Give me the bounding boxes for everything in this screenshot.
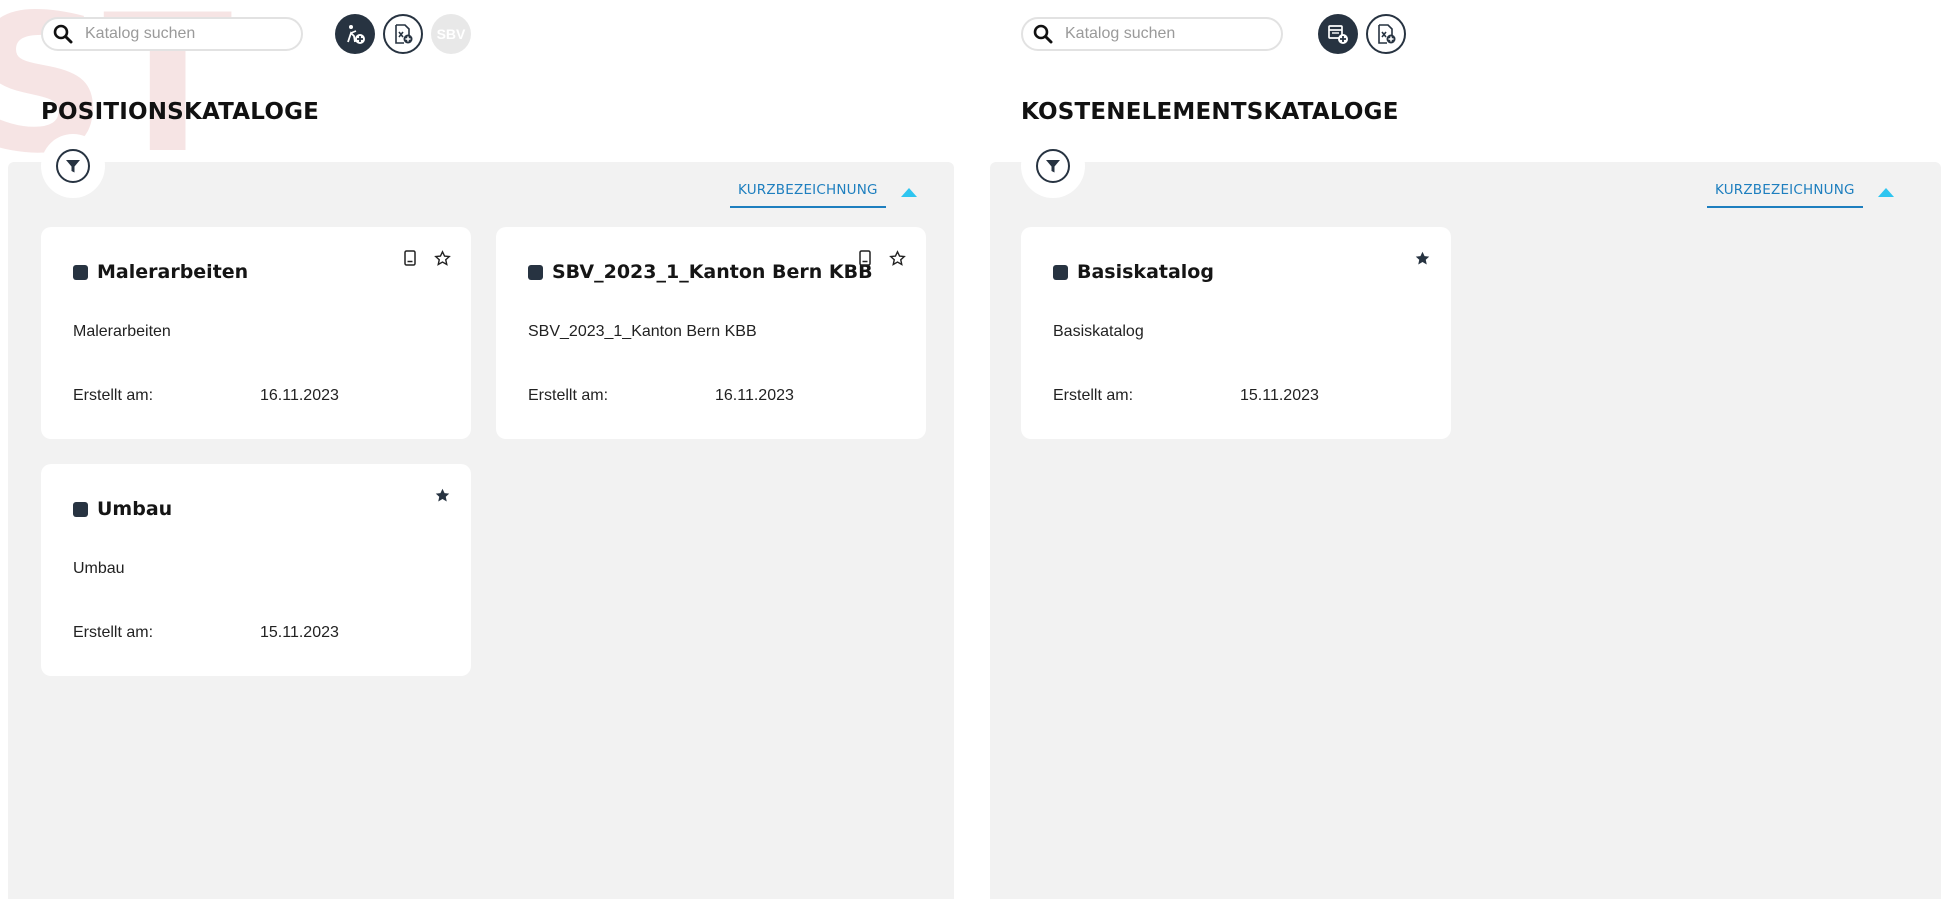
- star-outline-icon[interactable]: [888, 249, 906, 267]
- cost-element-catalog-search[interactable]: [1021, 17, 1283, 51]
- created-label: Erstellt am:: [73, 387, 154, 404]
- created-date: 16.11.2023: [260, 387, 339, 404]
- sbv-import-button[interactable]: SBV: [431, 14, 471, 54]
- created-label: Erstellt am:: [73, 624, 154, 641]
- sort-up-icon[interactable]: [1877, 187, 1895, 198]
- catalog-color-marker: [73, 501, 88, 517]
- device-icon: [856, 249, 874, 267]
- catalog-card-sbv-2023-1-kanton-bern-kbb[interactable]: SBV_2023_1_Kanton Bern KBB SBV_2023_1_Ka…: [496, 227, 926, 439]
- cost-element-catalog-filter-button[interactable]: [1021, 134, 1085, 198]
- catalog-description: Basiskatalog: [1053, 323, 1144, 340]
- position-catalogs-title: POSITIONSKATALOGE: [41, 99, 320, 125]
- star-filled-icon[interactable]: [433, 486, 451, 504]
- filter-icon: [66, 160, 80, 173]
- star-filled-icon[interactable]: [1413, 249, 1431, 267]
- cost-element-catalog-sort[interactable]: KURZBEZEICHNUNG: [1707, 182, 1895, 208]
- catalog-card-umbau[interactable]: Umbau Umbau Erstellt am: 15.11.2023: [41, 464, 471, 676]
- catalog-card-basiskatalog[interactable]: Basiskatalog Basiskatalog Erstellt am: 1…: [1021, 227, 1451, 439]
- sort-field-label: KURZBEZEICHNUNG: [1707, 182, 1863, 208]
- catalog-color-marker: [73, 264, 88, 280]
- add-cost-element-catalog-icon: [1328, 25, 1348, 44]
- catalog-name: Basiskatalog: [1077, 261, 1214, 283]
- star-outline-icon[interactable]: [433, 249, 451, 267]
- import-position-catalog-button[interactable]: [383, 14, 423, 54]
- sbv-button-label: SBV: [436, 26, 466, 42]
- catalog-color-marker: [528, 264, 543, 280]
- catalog-name: SBV_2023_1_Kanton Bern KBB: [552, 261, 873, 283]
- import-excel-icon: [395, 24, 413, 44]
- catalog-color-marker: [1053, 264, 1068, 280]
- cost-element-catalog-search-input[interactable]: [1065, 25, 1255, 43]
- search-icon: [1033, 24, 1053, 44]
- catalog-card-malerarbeiten[interactable]: Malerarbeiten Malerarbeiten Erstellt am:…: [41, 227, 471, 439]
- catalog-description: SBV_2023_1_Kanton Bern KBB: [528, 323, 757, 340]
- catalog-description: Malerarbeiten: [73, 323, 171, 340]
- position-catalogs-column: SBV POSITIONSKATALOGE KURZBEZEICHNUNG Ma…: [8, 0, 964, 899]
- catalog-name: Umbau: [97, 498, 173, 520]
- created-date: 15.11.2023: [1240, 387, 1319, 404]
- created-date: 16.11.2023: [715, 387, 794, 404]
- add-position-catalog-icon: [347, 25, 365, 44]
- position-catalog-filter-button[interactable]: [41, 134, 105, 198]
- add-cost-element-catalog-button[interactable]: [1318, 14, 1358, 54]
- cost-element-catalogs-title: KOSTENELEMENTSKATALOGE: [1021, 99, 1399, 125]
- sort-field-label: KURZBEZEICHNUNG: [730, 182, 886, 208]
- sort-up-icon[interactable]: [900, 187, 918, 198]
- position-catalog-search[interactable]: [41, 17, 303, 51]
- created-label: Erstellt am:: [1053, 387, 1134, 404]
- import-excel-icon: [1378, 24, 1396, 44]
- catalog-name: Malerarbeiten: [97, 261, 249, 283]
- filter-icon: [1046, 160, 1060, 173]
- catalog-description: Umbau: [73, 560, 125, 577]
- created-date: 15.11.2023: [260, 624, 339, 641]
- import-cost-element-catalog-button[interactable]: [1366, 14, 1406, 54]
- search-icon: [53, 24, 73, 44]
- position-catalog-search-input[interactable]: [85, 25, 275, 43]
- position-catalog-sort[interactable]: KURZBEZEICHNUNG: [730, 182, 918, 208]
- add-position-catalog-button[interactable]: [335, 14, 375, 54]
- device-icon: [401, 249, 419, 267]
- cost-element-catalogs-column: KOSTENELEMENTSKATALOGE KURZBEZEICHNUNG B…: [985, 0, 1941, 899]
- created-label: Erstellt am:: [528, 387, 609, 404]
